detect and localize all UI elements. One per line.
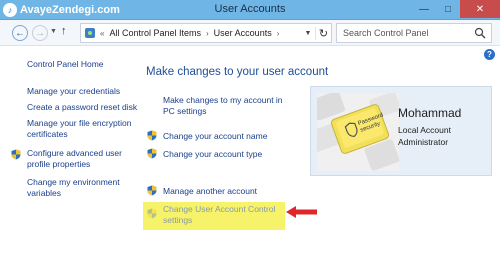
link-label: settings [163,215,193,225]
sidebar-item-file-encryption[interactable]: Manage your file encryption certificates [27,118,131,140]
pc-settings-link[interactable]: Make changes to my account in PC setting… [163,95,283,117]
shield-icon [11,149,21,160]
sidebar-item-manage-credentials[interactable]: Manage your credentials [27,86,120,97]
password-key-image: Password security [317,93,399,171]
search-input[interactable] [343,28,473,38]
sidebar-item-label: Change my environment [27,177,120,187]
window-controls: — □ ✕ [412,0,500,18]
link-label: Make changes to my account in [163,95,283,105]
title-bar: ♪ AvayeZendegi.com User Accounts — □ ✕ [0,0,500,20]
back-arrow-icon[interactable]: ← [12,25,28,41]
account-type: Local Account [398,125,451,135]
page-title: Make changes to your user account [146,66,329,78]
navigation-bar: ← → ▼ ↑ « All Control Panel Items › User… [0,20,500,46]
sidebar-item-label: Manage your file encryption [27,118,132,128]
sidebar-item-label: certificates [27,129,68,139]
maximize-icon[interactable]: □ [436,0,460,18]
search-box[interactable] [336,23,492,43]
address-bar[interactable]: « All Control Panel Items › User Account… [80,23,332,43]
avatar: Password security [317,93,399,171]
recent-locations-chevron-icon[interactable]: ▼ [50,28,57,35]
help-icon[interactable]: ? [484,49,495,60]
shield-icon [147,208,157,219]
refresh-icon[interactable]: ↻ [315,26,331,40]
forward-arrow-icon[interactable]: → [32,25,48,41]
link-label: Change User Account Control [163,204,276,214]
change-uac-settings-link[interactable]: Change User Account Control settings [163,204,275,226]
sidebar-item-label: variables [27,188,62,198]
breadcrumb-separator-icon[interactable]: › [206,29,209,38]
account-name: Mohammad [398,106,462,120]
control-panel-icon [85,28,95,38]
address-dropdown-icon[interactable]: ▼ [301,30,315,37]
minimize-icon[interactable]: — [412,0,436,18]
manage-another-account-link[interactable]: Manage another account [163,186,257,197]
sidebar-item-password-reset-disk[interactable]: Create a password reset disk [27,102,137,113]
breadcrumb-overflow[interactable]: « [100,29,104,38]
shield-icon [147,148,157,159]
link-label: PC settings [163,106,207,116]
sidebar-item-label: Configure advanced user [27,148,122,158]
sidebar-item-control-panel-home[interactable]: Control Panel Home [27,59,104,70]
sidebar-item-label: profile properties [27,159,91,169]
close-icon[interactable]: ✕ [460,0,500,18]
sidebar-item-advanced-user-profile[interactable]: Configure advanced user profile properti… [27,148,122,170]
change-account-name-link[interactable]: Change your account name [163,131,267,142]
up-arrow-icon[interactable]: ↑ [61,25,67,37]
account-role: Administrator [398,137,449,147]
breadcrumb-separator-icon[interactable]: › [277,29,280,38]
search-icon[interactable] [474,27,486,39]
shield-icon [147,185,157,196]
red-arrow-icon [286,206,317,218]
change-account-type-link[interactable]: Change your account type [163,149,262,160]
breadcrumb-all-control-panel-items[interactable]: All Control Panel Items [109,28,201,38]
sidebar-item-environment-variables[interactable]: Change my environment variables [27,177,120,199]
shield-icon [147,130,157,141]
breadcrumb-user-accounts[interactable]: User Accounts [214,28,272,38]
